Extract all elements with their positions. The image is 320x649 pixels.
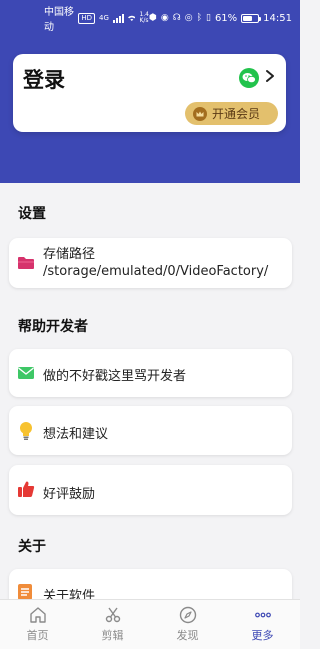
vip-button-label: 开通会员	[212, 107, 261, 121]
scissors-icon	[105, 607, 120, 623]
nav-label: 发现	[176, 629, 199, 642]
wechat-icon[interactable]	[239, 68, 259, 88]
list-item-label: 想法和建议	[43, 427, 109, 442]
list-item-label: 做的不好戳这里骂开发者	[43, 369, 187, 384]
storage-path-value: /storage/emulated/0/VideoFactory/	[43, 264, 269, 279]
vip-button[interactable]: 开通会员	[185, 102, 278, 125]
nav-more[interactable]: 更多	[225, 600, 300, 649]
battery-fill	[243, 15, 252, 21]
list-item-feedback[interactable]: 做的不好戳这里骂开发者	[9, 349, 292, 397]
list-item-ideas[interactable]: 想法和建议	[9, 406, 292, 455]
more-icon	[254, 612, 271, 618]
crown-icon	[193, 106, 207, 121]
status-right: ⬢ ◉ ☊ ◎ ᛒ ▯ 61% 14:51	[149, 13, 292, 24]
section-title-help: 帮助开发者	[18, 319, 88, 335]
section-title-about: 关于	[18, 539, 46, 555]
network-type: 4G	[98, 14, 109, 22]
login-title[interactable]: 登录	[23, 64, 65, 94]
eye-icon: ◎	[184, 12, 193, 23]
list-item-label: 好评鼓励	[43, 487, 96, 502]
nav-edit[interactable]: 剪辑	[75, 600, 150, 649]
lightbulb-icon	[20, 422, 32, 440]
battery-percent: 61%	[214, 12, 238, 24]
nav-label: 更多	[251, 629, 274, 642]
bluetooth-icon: ᛒ	[196, 12, 202, 23]
storage-path-item[interactable]: 存储路径 /storage/emulated/0/VideoFactory/	[9, 238, 292, 288]
compass-icon	[179, 606, 196, 624]
folder-icon	[18, 257, 34, 269]
nav-discover[interactable]: 发现	[150, 600, 225, 649]
nav-label: 首页	[26, 629, 49, 642]
mail-icon	[18, 367, 34, 379]
headphones-icon: ☊	[172, 12, 181, 23]
storage-path-text: 存储路径 /storage/emulated/0/VideoFactory/	[43, 246, 268, 280]
clock: 14:51	[263, 12, 292, 24]
status-left: 中国移动 HD 4G 1.4 K/s	[44, 3, 149, 33]
bottom-navigation: 首页 剪辑 发现 更多	[0, 599, 300, 649]
nav-home[interactable]: 首页	[0, 600, 75, 649]
app-icon: ◉	[160, 12, 169, 23]
battery-icon	[241, 13, 262, 23]
section-title-settings: 设置	[18, 206, 46, 222]
carrier-name: 中国移动	[44, 7, 74, 33]
signal-icon	[112, 13, 124, 23]
nav-label: 剪辑	[101, 629, 124, 642]
vibrate-icon: ▯	[205, 12, 211, 23]
home-icon	[29, 607, 46, 623]
network-speed: 1.4 K/s	[139, 11, 149, 24]
login-card[interactable]: 登录 开通会员	[13, 54, 286, 132]
chevron-right-icon[interactable]	[264, 69, 276, 83]
storage-path-label: 存储路径	[43, 247, 96, 262]
status-bar: 中国移动 HD 4G 1.4 K/s ⬢ ◉ ☊ ◎ ᛒ ▯ 61% 14:51	[0, 0, 300, 36]
shield-icon: ⬢	[149, 12, 157, 23]
thumbs-up-icon	[18, 481, 35, 497]
hd-badge: HD	[78, 12, 95, 24]
wifi-icon	[127, 15, 136, 22]
list-item-rate[interactable]: 好评鼓励	[9, 465, 292, 515]
